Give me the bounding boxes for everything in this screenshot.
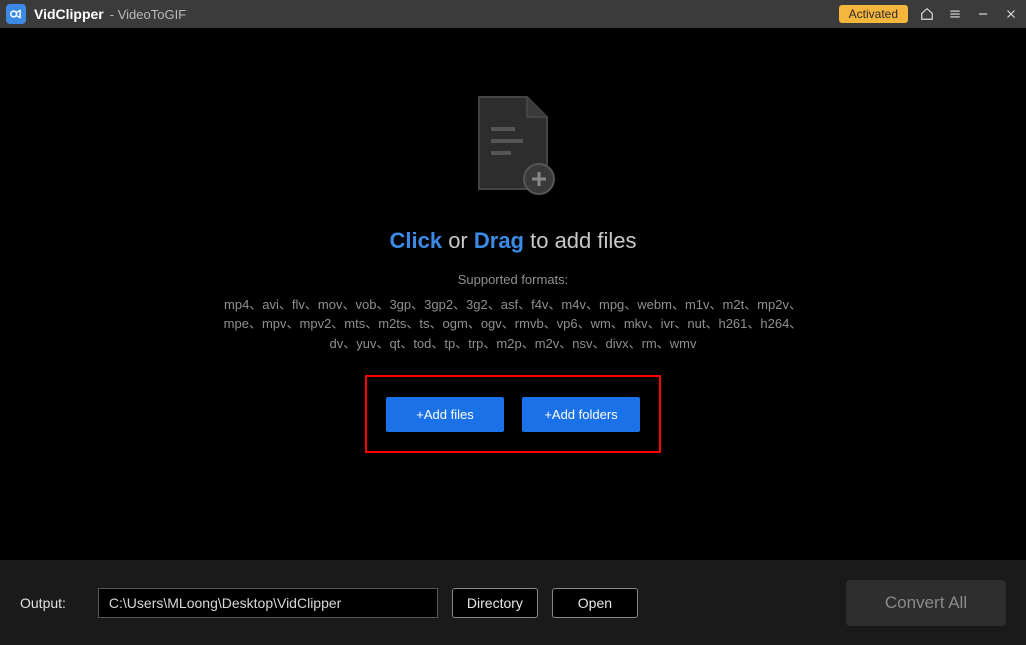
drop-headline: Click or Drag to add files xyxy=(389,228,636,254)
headline-click: Click xyxy=(389,228,442,253)
headline-drag: Drag xyxy=(474,228,524,253)
close-icon[interactable] xyxy=(1002,5,1020,23)
headline-or: or xyxy=(442,228,474,253)
supported-formats-list: mp4、avi、flv、mov、vob、3gp、3gp2、3g2、asf、f4v… xyxy=(223,295,803,354)
convert-all-button[interactable]: Convert All xyxy=(846,580,1006,626)
activated-badge: Activated xyxy=(839,5,908,23)
headline-rest: to add files xyxy=(524,228,637,253)
app-name: VidClipper xyxy=(34,6,104,22)
file-add-icon xyxy=(471,95,555,200)
output-path-input[interactable] xyxy=(98,588,438,618)
add-files-button[interactable]: +Add files xyxy=(386,397,504,432)
minimize-icon[interactable] xyxy=(974,5,992,23)
menu-icon[interactable] xyxy=(946,5,964,23)
supported-formats-title: Supported formats: xyxy=(458,272,569,287)
directory-button[interactable]: Directory xyxy=(452,588,538,618)
bottom-bar: Output: Directory Open Convert All xyxy=(0,560,1026,645)
home-icon[interactable] xyxy=(918,5,936,23)
app-logo-icon xyxy=(6,4,26,24)
main-drop-area[interactable]: Click or Drag to add files Supported for… xyxy=(0,28,1026,560)
output-label: Output: xyxy=(20,595,66,611)
app-subtitle: - VideoToGIF xyxy=(110,7,186,22)
open-button[interactable]: Open xyxy=(552,588,638,618)
titlebar: VidClipper - VideoToGIF Activated xyxy=(0,0,1026,28)
add-folders-button[interactable]: +Add folders xyxy=(522,397,640,432)
highlight-box: +Add files +Add folders xyxy=(365,375,661,453)
